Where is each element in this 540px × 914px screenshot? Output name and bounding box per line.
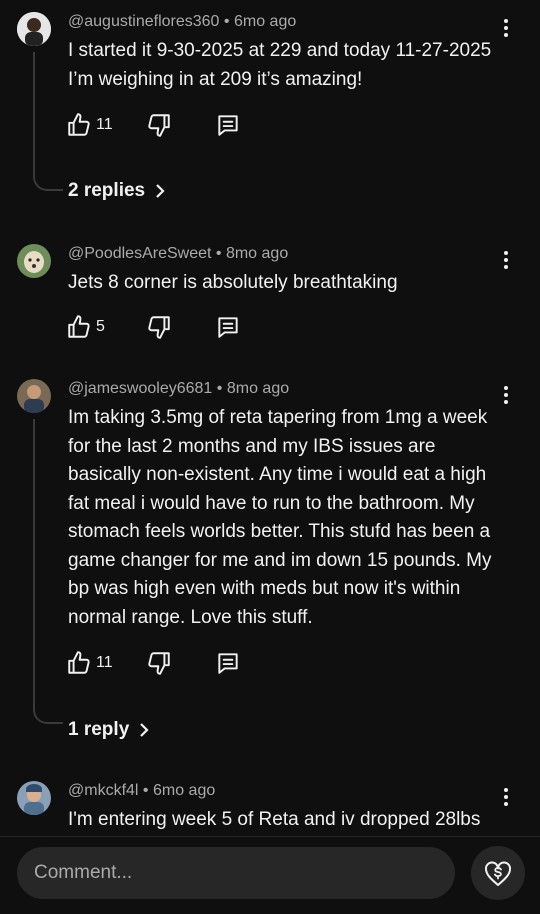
thumbs-down-icon (148, 114, 170, 137)
thumbs-down-icon (148, 316, 170, 339)
thread-connector (33, 52, 63, 191)
comment-time: 8mo ago (226, 380, 290, 397)
avatar[interactable] (17, 379, 51, 413)
author-handle[interactable]: @PoodlesAreSweet (68, 245, 211, 262)
comment-time: 6mo ago (233, 13, 297, 30)
thread-connector (33, 419, 63, 724)
thumbs-down-icon (148, 652, 170, 675)
more-options-icon[interactable] (496, 783, 516, 811)
reply-comment-icon (218, 317, 238, 338)
thumbs-up-icon (68, 651, 90, 674)
chevron-right-icon (156, 184, 165, 198)
comment-item: @augustineflores360 • 6mo ago I started … (0, 0, 540, 215)
comment-text: Jets 8 corner is absolutely breathtaking (68, 272, 398, 293)
reply-button[interactable] (215, 312, 241, 342)
more-options-icon[interactable] (496, 381, 516, 409)
author-handle[interactable]: @jameswooley6681 (68, 380, 212, 397)
comment-actions: 5 (66, 312, 306, 342)
reply-comment-icon (218, 653, 238, 674)
avatar[interactable] (17, 12, 51, 46)
comment-item: @mkckf4l • 6mo ago I'm entering week 5 o… (0, 769, 540, 836)
comments-feed[interactable]: @augustineflores360 • 6mo ago I started … (0, 0, 540, 836)
thumbs-up-icon (68, 113, 90, 136)
view-replies-button[interactable]: 2 replies (68, 180, 167, 202)
comment-item: @jameswooley6681 • 8mo ago Im taking 3.5… (0, 367, 540, 757)
author-handle[interactable]: @augustineflores360 (68, 13, 219, 30)
like-button[interactable]: 11 (66, 110, 113, 140)
meta-separator: • (215, 245, 222, 262)
like-count: 11 (96, 116, 113, 133)
comment-text: Im taking 3.5mg of reta tapering from 1m… (68, 407, 492, 628)
like-button[interactable]: 5 (66, 312, 105, 342)
comment-meta: @jameswooley6681 • 8mo ago (68, 380, 289, 398)
meta-separator: • (142, 782, 149, 799)
meta-separator: • (216, 380, 223, 397)
avatar[interactable] (17, 244, 51, 278)
dislike-button[interactable] (146, 312, 172, 342)
comment-text: I'm entering week 5 of Reta and iv dropp… (68, 809, 481, 830)
comment-meta: @PoodlesAreSweet • 8mo ago (68, 245, 288, 263)
comment-item: @PoodlesAreSweet • 8mo ago Jets 8 corner… (0, 232, 540, 352)
reply-button[interactable] (215, 110, 241, 140)
super-thanks-heart-dollar-icon (485, 861, 511, 886)
view-replies-button[interactable]: 1 reply (68, 719, 151, 741)
comment-actions: 11 (66, 648, 306, 678)
meta-separator: • (223, 13, 230, 30)
like-count: 11 (96, 654, 113, 671)
avatar[interactable] (17, 781, 51, 815)
chevron-right-icon (140, 723, 149, 737)
more-options-icon[interactable] (496, 246, 516, 274)
replies-label: 1 reply (68, 719, 130, 740)
dislike-button[interactable] (146, 110, 172, 140)
comment-input[interactable] (17, 847, 455, 899)
comment-actions: 11 (66, 110, 306, 140)
like-count: 5 (96, 318, 105, 335)
comment-time: 6mo ago (152, 782, 216, 799)
thumbs-up-icon (68, 315, 90, 338)
comment-meta: @mkckf4l • 6mo ago (68, 782, 215, 800)
replies-label: 2 replies (68, 180, 146, 201)
author-handle[interactable]: @mkckf4l (68, 782, 138, 799)
dislike-button[interactable] (146, 648, 172, 678)
like-button[interactable]: 11 (66, 648, 113, 678)
more-options-icon[interactable] (496, 14, 516, 42)
reply-comment-icon (218, 115, 238, 136)
reply-button[interactable] (215, 648, 241, 678)
super-thanks-button[interactable] (471, 846, 525, 900)
comment-text: I started it 9-30-2025 at 229 and today … (68, 40, 492, 90)
comment-composer (0, 836, 540, 914)
comment-meta: @augustineflores360 • 6mo ago (68, 13, 296, 31)
comment-time: 8mo ago (225, 245, 289, 262)
